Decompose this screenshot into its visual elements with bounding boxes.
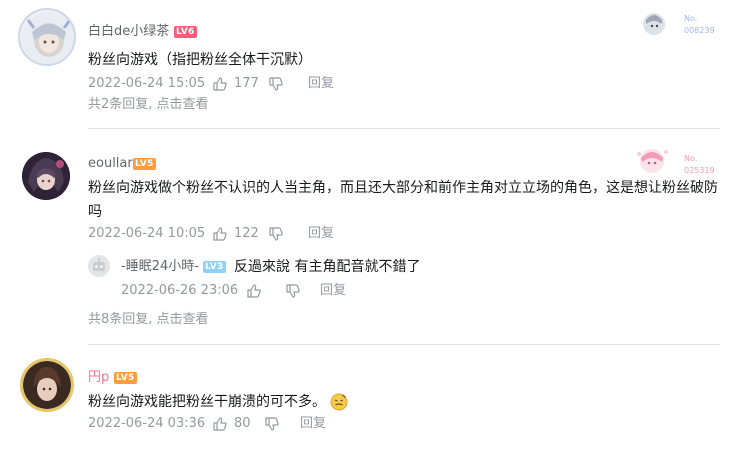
divider bbox=[88, 128, 720, 129]
comment-item: 円p LV5 粉丝向游戏能把粉丝干崩溃的可不多。 2022-06-24 03:3… bbox=[0, 350, 736, 452]
thumbs-down-icon bbox=[269, 77, 283, 91]
like-button[interactable]: 122 bbox=[212, 226, 259, 242]
thumbs-up-icon bbox=[213, 227, 227, 241]
thumbs-up-icon bbox=[213, 77, 227, 91]
thumbs-up-icon bbox=[247, 284, 261, 298]
dislike-button[interactable] bbox=[264, 416, 280, 436]
username[interactable]: 白白de小绿茶 bbox=[88, 24, 169, 40]
avatar[interactable] bbox=[22, 152, 70, 200]
reply-button[interactable]: 回复 bbox=[300, 416, 326, 432]
badge-avatar-icon bbox=[643, 13, 665, 35]
like-button[interactable]: 80 bbox=[212, 416, 251, 432]
dislike-button[interactable] bbox=[268, 76, 284, 96]
badge-number: 025319 bbox=[684, 166, 715, 175]
sub-reply-reply-button[interactable]: 回复 bbox=[320, 283, 346, 299]
badge-label: No. bbox=[684, 154, 698, 163]
level-badge: LV6 bbox=[174, 26, 197, 38]
timestamp: 2022-06-24 15:05 bbox=[88, 76, 206, 91]
timestamp: 2022-06-24 03:36 bbox=[88, 416, 206, 431]
username[interactable]: eoullar bbox=[88, 156, 133, 172]
reply-button[interactable]: 回复 bbox=[308, 76, 334, 92]
sub-reply-username[interactable]: -睡眠24小時- bbox=[121, 259, 199, 275]
username[interactable]: 円p bbox=[88, 370, 109, 386]
sub-reply-text: 反過來說 有主角配音就不錯了 bbox=[234, 259, 421, 275]
sub-reply-level-badge: LV3 bbox=[203, 261, 226, 273]
dislike-button[interactable] bbox=[268, 226, 284, 246]
thumbs-down-icon bbox=[265, 417, 279, 431]
level-badge: LV5 bbox=[133, 158, 156, 170]
comment-text-body: 粉丝向游戏能把粉丝干崩溃的可不多。 bbox=[88, 394, 326, 410]
thumbs-up-icon bbox=[213, 417, 227, 431]
comment-text: 粉丝向游戏做个粉丝不认识的人当主角，而且还大部分和前作主角对立立场的角色，这是想… bbox=[88, 180, 718, 220]
thumbs-down-icon bbox=[286, 284, 300, 298]
like-count: 80 bbox=[234, 416, 251, 431]
comment-text: 粉丝向游戏能把粉丝干崩溃的可不多。 bbox=[88, 390, 724, 414]
avatar[interactable] bbox=[20, 358, 74, 412]
badge-avatar-icon bbox=[637, 149, 668, 173]
view-replies-link[interactable]: 共2条回复, 点击查看 bbox=[88, 97, 209, 113]
sub-reply-like-button[interactable] bbox=[246, 283, 262, 303]
comment-item: 白白de小绿茶 LV6 No. 008239 粉丝向游戏（指把粉丝全体干沉默） … bbox=[0, 0, 736, 140]
like-count: 122 bbox=[234, 226, 259, 241]
reply-button[interactable]: 回复 bbox=[308, 226, 334, 242]
view-replies-link[interactable]: 共8条回复, 点击查看 bbox=[88, 312, 209, 328]
divider bbox=[88, 344, 720, 345]
badge-label: No. bbox=[684, 14, 698, 23]
timestamp: 2022-06-24 10:05 bbox=[88, 226, 206, 241]
badge-number: 008239 bbox=[684, 26, 715, 35]
emoji-icon bbox=[330, 393, 348, 411]
sub-reply-dislike-button[interactable] bbox=[285, 283, 301, 303]
avatar[interactable] bbox=[18, 8, 76, 66]
like-button[interactable]: 177 bbox=[212, 76, 259, 92]
comment-item: eoullar LV5 No. 025319 粉丝向游戏做个粉丝不认识的人当主角… bbox=[0, 140, 736, 345]
thumbs-down-icon bbox=[269, 227, 283, 241]
fan-badge[interactable]: No. 008239 bbox=[640, 10, 718, 50]
sub-reply-avatar[interactable] bbox=[88, 255, 110, 277]
comment-text: 粉丝向游戏（指把粉丝全体干沉默） bbox=[88, 52, 312, 68]
sub-reply-timestamp: 2022-06-26 23:06 bbox=[121, 283, 239, 298]
like-count: 177 bbox=[234, 76, 259, 91]
level-badge: LV5 bbox=[114, 372, 137, 384]
